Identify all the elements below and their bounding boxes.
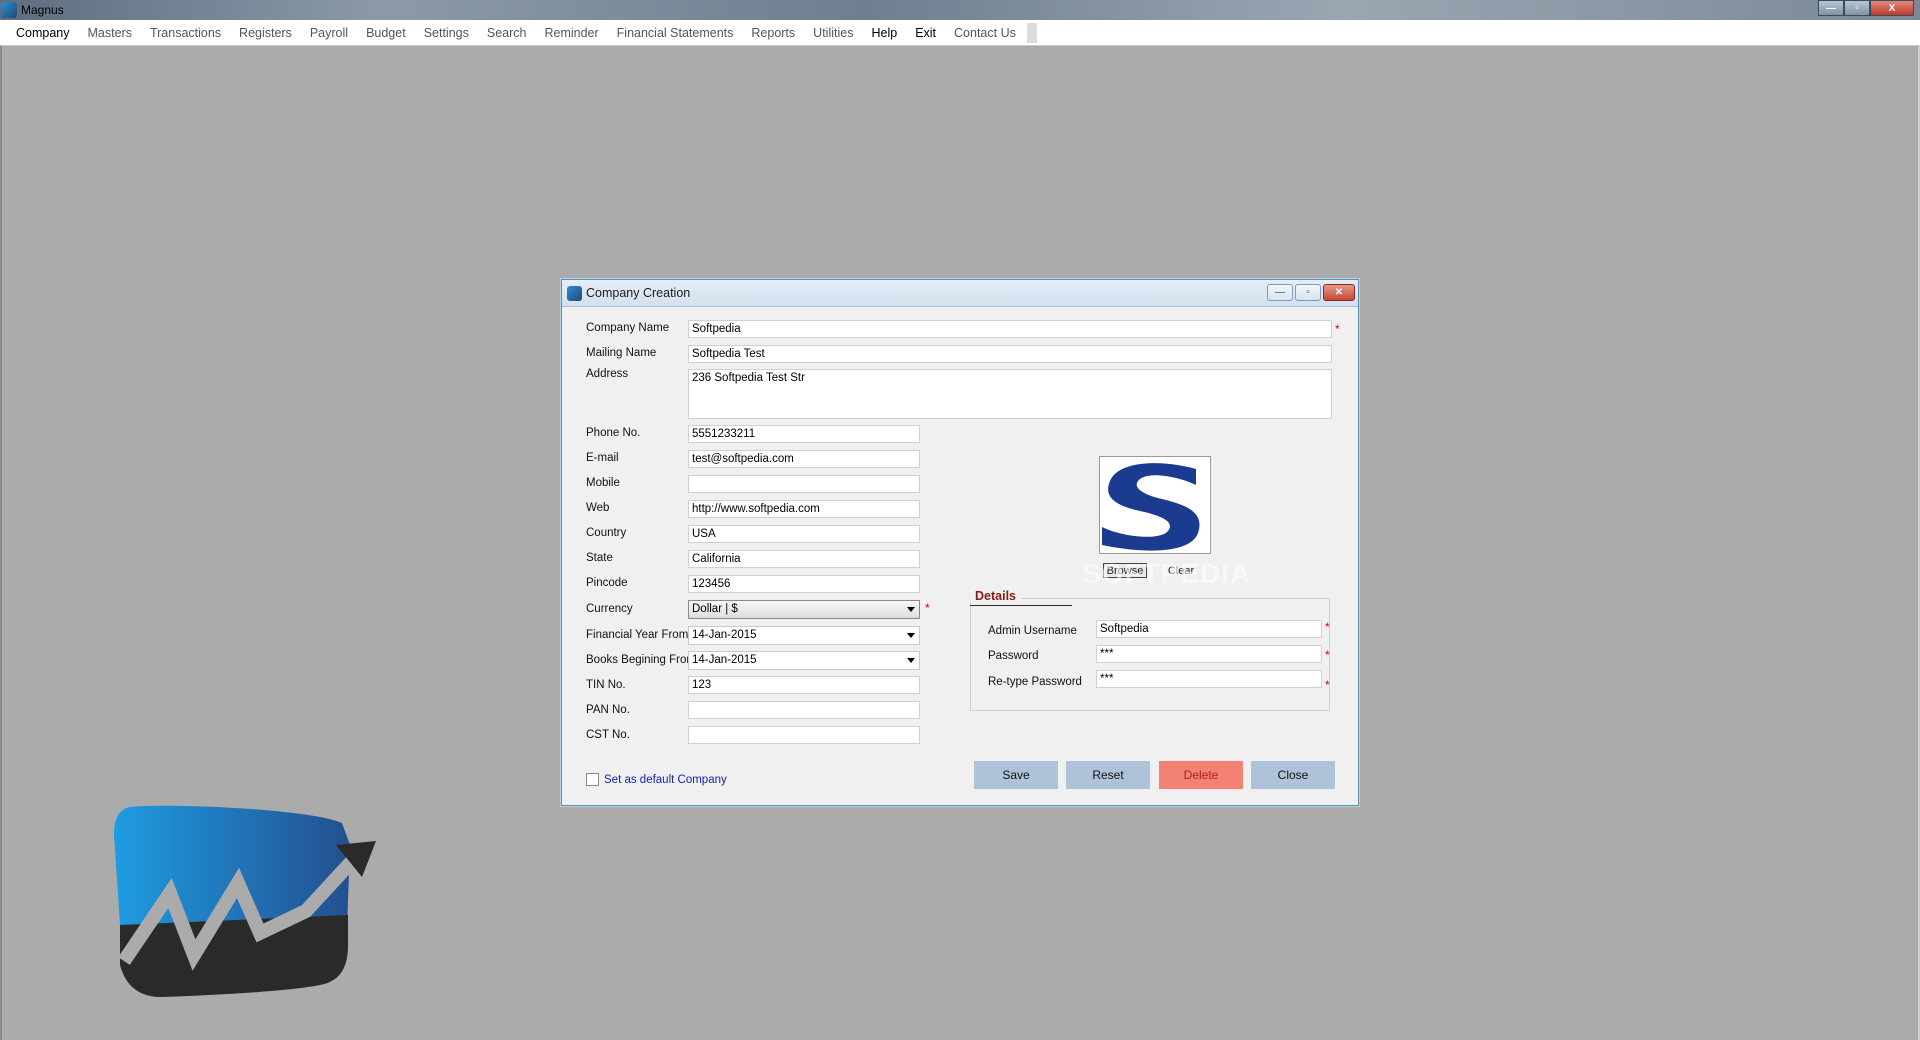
cst-input[interactable] bbox=[688, 726, 920, 744]
mailing-name-label: Mailing Name bbox=[586, 347, 657, 359]
web-label: Web bbox=[586, 502, 610, 514]
mobile-label: Mobile bbox=[586, 477, 620, 489]
currency-select[interactable]: Dollar | $ bbox=[688, 600, 920, 619]
details-title-underline bbox=[970, 605, 1072, 606]
menu-company[interactable]: Company bbox=[7, 20, 79, 46]
menu-bar: Company Masters Transactions Registers P… bbox=[0, 20, 1920, 46]
softpedia-watermark: SOFTPEDIA bbox=[1082, 558, 1252, 589]
dialog-window-controls: — ▫ ✕ bbox=[1267, 284, 1355, 301]
default-company-checkbox[interactable] bbox=[586, 773, 599, 786]
web-input[interactable]: http://www.softpedia.com bbox=[688, 500, 920, 518]
currency-value: Dollar | $ bbox=[692, 603, 738, 615]
reset-button[interactable]: Reset bbox=[1066, 761, 1150, 789]
save-button[interactable]: Save bbox=[974, 761, 1058, 789]
chevron-down-icon[interactable] bbox=[903, 652, 919, 669]
menu-settings[interactable]: Settings bbox=[415, 20, 478, 46]
books-beginning-from-datepicker[interactable]: 14-Jan-2015 bbox=[688, 651, 920, 670]
dialog-title: Company Creation bbox=[586, 286, 691, 300]
close-button[interactable]: X bbox=[1870, 0, 1914, 16]
state-label: State bbox=[586, 552, 613, 564]
pan-label: PAN No. bbox=[586, 704, 630, 716]
close-dialog-button[interactable]: Close bbox=[1251, 761, 1335, 789]
email-label: E-mail bbox=[586, 452, 619, 464]
menu-separator bbox=[1026, 22, 1037, 43]
admin-username-label: Admin Username bbox=[988, 625, 1077, 637]
menu-transactions[interactable]: Transactions bbox=[141, 20, 230, 46]
phone-label: Phone No. bbox=[586, 427, 641, 439]
address-label: Address bbox=[586, 368, 629, 380]
workspace-left-edge bbox=[0, 46, 2, 1040]
chevron-down-icon[interactable] bbox=[903, 627, 919, 644]
menu-help[interactable]: Help bbox=[862, 20, 906, 46]
app-title-bar: Magnus — ▫ X bbox=[0, 0, 1920, 20]
currency-label: Currency bbox=[586, 603, 633, 615]
mailing-name-input[interactable]: Softpedia Test bbox=[688, 345, 1332, 363]
state-input[interactable]: California bbox=[688, 550, 920, 568]
retype-password-required-mark: * bbox=[1325, 678, 1330, 692]
details-group-title: Details bbox=[970, 589, 1021, 603]
menu-contact-us[interactable]: Contact Us bbox=[945, 20, 1025, 46]
dialog-minimize-button[interactable]: — bbox=[1267, 284, 1293, 301]
menu-reports[interactable]: Reports bbox=[742, 20, 804, 46]
phone-input[interactable]: 5551233211 bbox=[688, 425, 920, 443]
password-required-mark: * bbox=[1325, 648, 1330, 662]
pan-input[interactable] bbox=[688, 701, 920, 719]
magnus-brand-logo-icon bbox=[114, 805, 376, 997]
maximize-button[interactable]: ▫ bbox=[1844, 0, 1870, 16]
country-label: Country bbox=[586, 527, 627, 539]
delete-button[interactable]: Delete bbox=[1159, 761, 1243, 789]
books-beginning-from-label: Books Begining From bbox=[586, 654, 696, 666]
menu-payroll[interactable]: Payroll bbox=[301, 20, 357, 46]
app-title: Magnus bbox=[21, 3, 64, 17]
menu-exit[interactable]: Exit bbox=[906, 20, 945, 46]
menu-budget[interactable]: Budget bbox=[357, 20, 415, 46]
financial-year-from-label: Financial Year From bbox=[586, 629, 689, 641]
tin-label: TIN No. bbox=[586, 679, 626, 691]
default-company-label[interactable]: Set as default Company bbox=[604, 774, 727, 786]
dialog-maximize-button[interactable]: ▫ bbox=[1295, 284, 1321, 301]
address-textarea[interactable]: 236 Softpedia Test Str bbox=[688, 369, 1332, 419]
pincode-label: Pincode bbox=[586, 577, 628, 589]
minimize-button[interactable]: — bbox=[1818, 0, 1844, 16]
admin-username-input[interactable]: Softpedia bbox=[1096, 620, 1322, 638]
dialog-close-button[interactable]: ✕ bbox=[1323, 284, 1355, 301]
email-input[interactable]: test@softpedia.com bbox=[688, 450, 920, 468]
chevron-down-icon[interactable] bbox=[903, 601, 919, 618]
password-input[interactable]: *** bbox=[1096, 645, 1322, 663]
retype-password-label: Re-type Password bbox=[988, 676, 1082, 688]
dialog-icon bbox=[567, 286, 582, 301]
tin-input[interactable]: 123 bbox=[688, 676, 920, 694]
menu-financial-statements[interactable]: Financial Statements bbox=[608, 20, 743, 46]
pincode-input[interactable]: 123456 bbox=[688, 575, 920, 593]
currency-required-mark: * bbox=[925, 601, 930, 615]
menu-masters[interactable]: Masters bbox=[79, 20, 141, 46]
window-controls: — ▫ X bbox=[1818, 0, 1914, 16]
financial-year-from-value: 14-Jan-2015 bbox=[692, 629, 757, 641]
softpedia-logo-icon bbox=[1100, 457, 1210, 553]
company-logo-picture bbox=[1099, 456, 1211, 554]
country-input[interactable]: USA bbox=[688, 525, 920, 543]
mobile-input[interactable] bbox=[688, 475, 920, 493]
company-name-required-mark: * bbox=[1335, 322, 1340, 336]
financial-year-from-datepicker[interactable]: 14-Jan-2015 bbox=[688, 626, 920, 645]
retype-password-input[interactable]: *** bbox=[1096, 670, 1322, 688]
cst-label: CST No. bbox=[586, 729, 630, 741]
books-beginning-from-value: 14-Jan-2015 bbox=[692, 654, 757, 666]
company-creation-dialog: Company Creation — ▫ ✕ Company Name Soft… bbox=[561, 279, 1359, 806]
company-name-label: Company Name bbox=[586, 322, 670, 334]
menu-utilities[interactable]: Utilities bbox=[804, 20, 862, 46]
menu-reminder[interactable]: Reminder bbox=[535, 20, 607, 46]
dialog-title-bar[interactable]: Company Creation — ▫ ✕ bbox=[562, 280, 1358, 307]
menu-registers[interactable]: Registers bbox=[230, 20, 301, 46]
password-label: Password bbox=[988, 650, 1039, 662]
company-name-input[interactable]: Softpedia bbox=[688, 320, 1332, 338]
menu-search[interactable]: Search bbox=[478, 20, 536, 46]
app-icon bbox=[1, 2, 17, 18]
admin-username-required-mark: * bbox=[1325, 620, 1330, 634]
